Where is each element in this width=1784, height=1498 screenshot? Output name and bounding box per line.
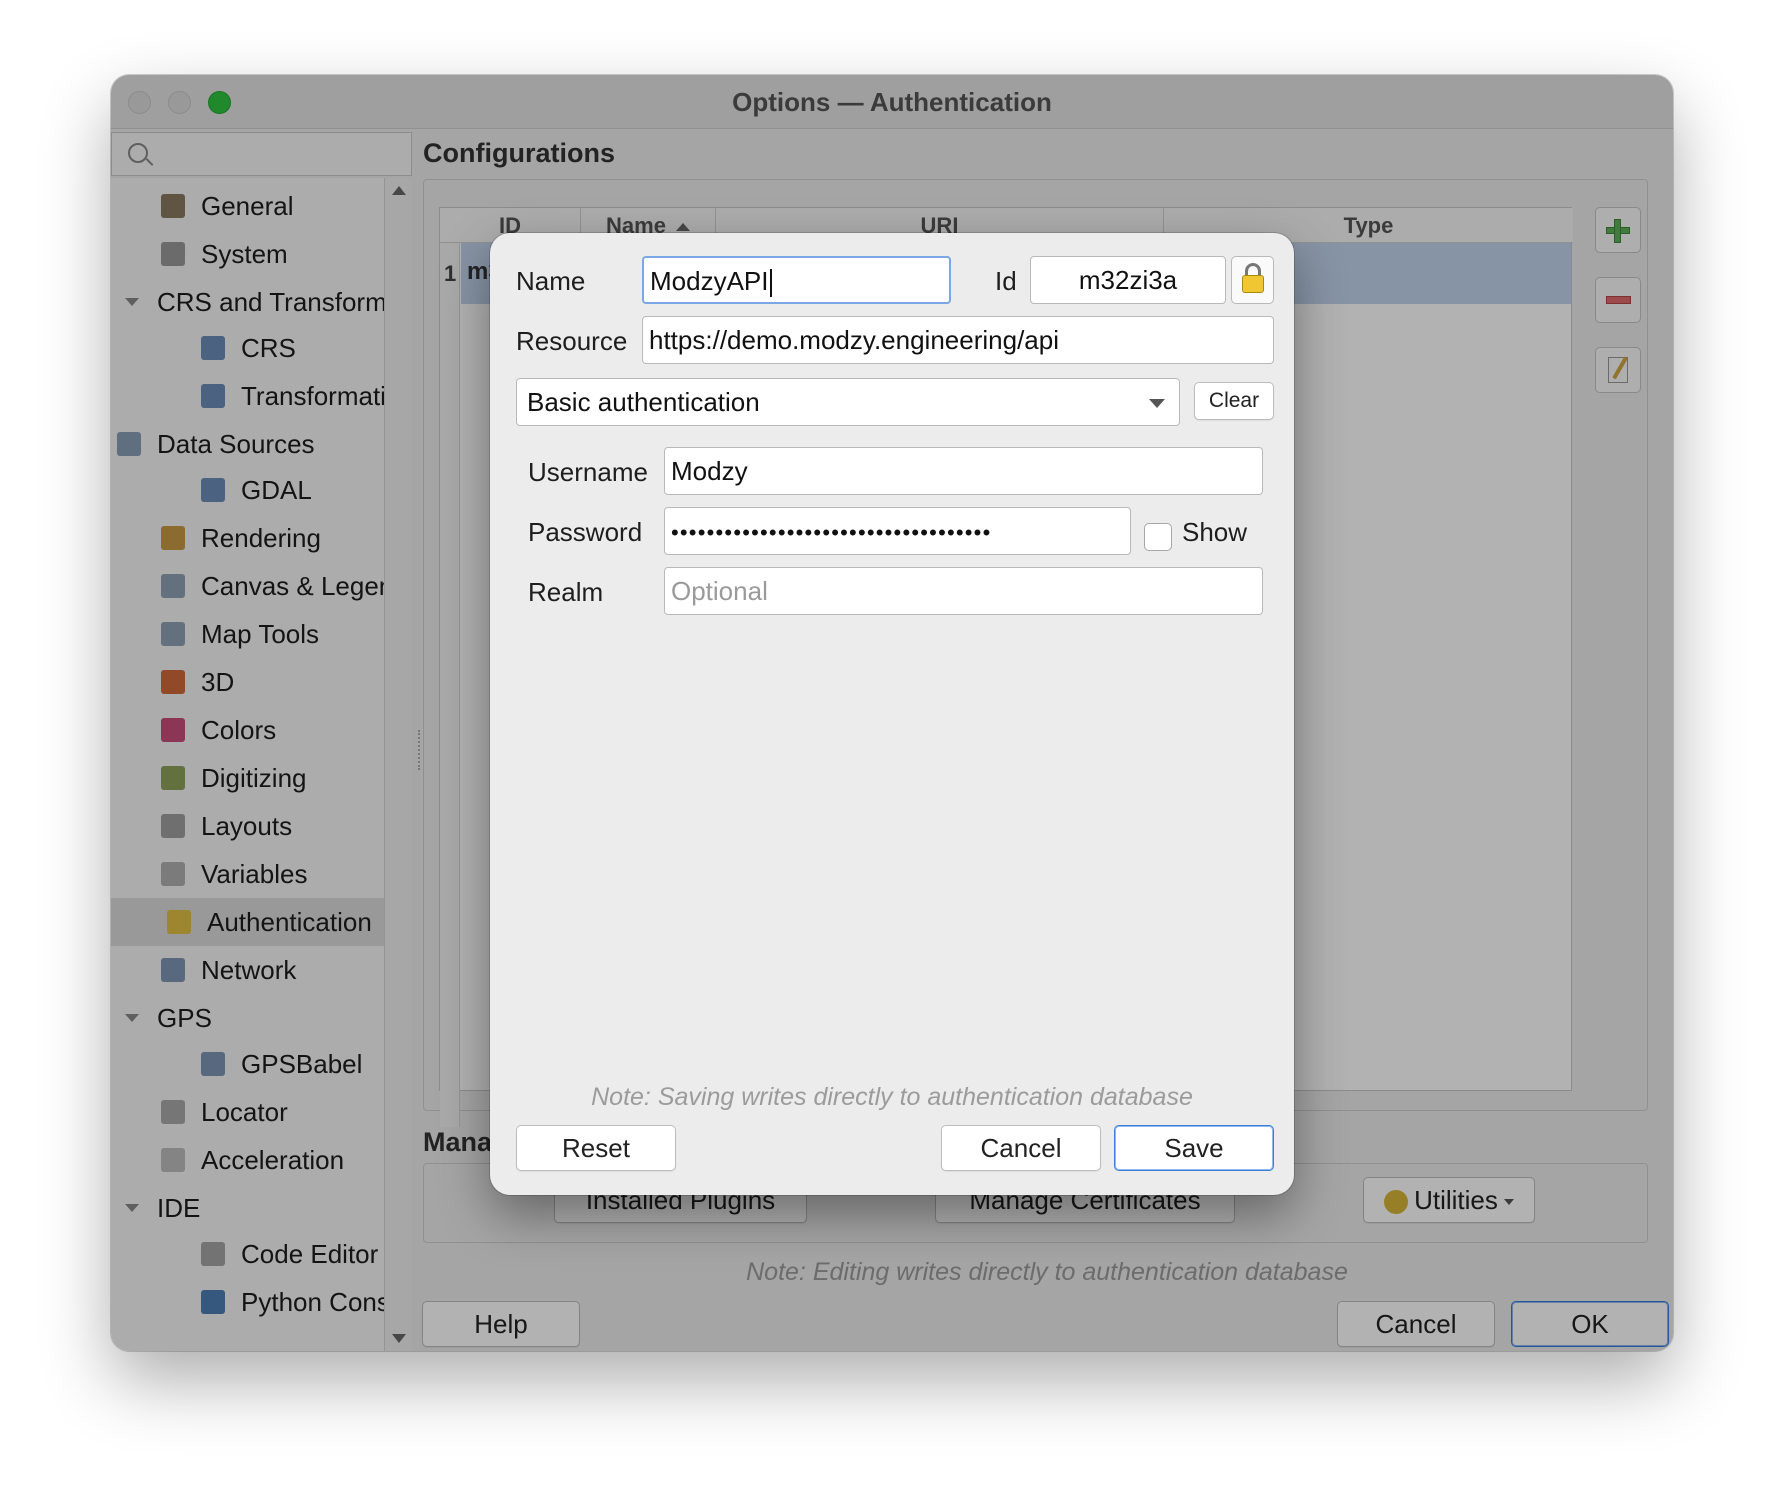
password-input[interactable]: •••••••••••••••••••••••••••••••••••• — [664, 507, 1131, 555]
password-label: Password — [528, 517, 643, 547]
lock-icon-body — [1242, 275, 1264, 293]
auth-method-select[interactable]: Basic authentication — [516, 378, 1180, 426]
name-value: ModzyAPI — [650, 266, 769, 296]
resource-label: Resource — [516, 326, 628, 356]
save-button[interactable]: Save — [1114, 1125, 1274, 1171]
realm-input[interactable]: Optional — [664, 567, 1263, 615]
saving-note: Note: Saving writes directly to authenti… — [591, 1083, 1193, 1111]
realm-label: Realm — [528, 577, 604, 607]
text-cursor — [769, 269, 772, 298]
auth-config-dialog: Name ModzyAPI Id m32zi3a Resource https:… — [490, 233, 1294, 1195]
clear-label: Clear — [1208, 389, 1260, 412]
name-input[interactable]: ModzyAPI — [642, 256, 951, 304]
resource-input[interactable]: https://demo.modzy.engineering/api — [642, 316, 1274, 364]
auth-method-value: Basic authentication — [527, 387, 760, 417]
password-value: •••••••••••••••••••••••••••••••••••• — [671, 520, 992, 545]
show-password-label[interactable]: Show — [1182, 517, 1247, 548]
save-label: Save — [1164, 1133, 1224, 1163]
username-input[interactable]: Modzy — [664, 447, 1263, 495]
reset-button[interactable]: Reset — [516, 1125, 676, 1171]
dialog-cancel-button[interactable]: Cancel — [941, 1125, 1101, 1171]
id-label: Id — [995, 266, 1017, 296]
clear-button[interactable]: Clear — [1194, 382, 1274, 420]
chevron-down-icon — [1149, 399, 1165, 408]
show-password-checkbox[interactable] — [1144, 523, 1172, 551]
name-label: Name — [516, 266, 586, 296]
username-label: Username — [528, 457, 648, 487]
reset-label: Reset — [562, 1133, 630, 1163]
id-input[interactable]: m32zi3a — [1030, 256, 1226, 304]
lock-id-button[interactable] — [1231, 256, 1274, 304]
dialog-cancel-label: Cancel — [980, 1133, 1062, 1163]
